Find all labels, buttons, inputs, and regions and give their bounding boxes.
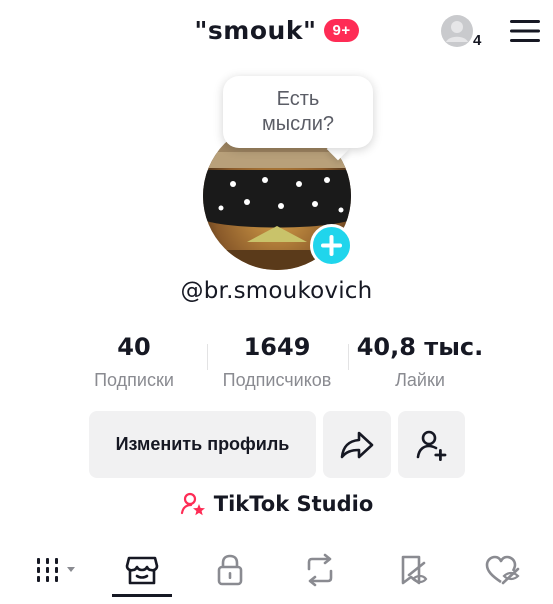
studio-icon xyxy=(180,492,205,516)
plus-icon xyxy=(321,235,342,256)
followers-count[interactable]: 1649 xyxy=(222,333,332,361)
add-story-button[interactable] xyxy=(310,224,353,267)
repost-icon xyxy=(307,553,333,587)
add-user-icon xyxy=(416,430,446,461)
tab-favorites[interactable] xyxy=(390,548,434,592)
hamburger-menu-icon xyxy=(510,20,540,42)
liked-icon xyxy=(485,555,520,585)
share-icon xyxy=(340,431,374,458)
share-profile-button[interactable] xyxy=(323,411,391,478)
stats-divider xyxy=(207,344,208,370)
following-label[interactable]: Подписки xyxy=(72,370,196,391)
edit-profile-button[interactable]: Изменить профиль xyxy=(89,411,316,478)
profile-tabs xyxy=(0,540,553,598)
tab-liked[interactable] xyxy=(480,548,524,592)
studio-label: TikTok Studio xyxy=(213,492,374,516)
thoughts-bubble[interactable]: Есть мысли? xyxy=(223,76,373,148)
account-count: 4 xyxy=(473,32,482,49)
following-count[interactable]: 40 xyxy=(92,333,176,361)
likes-count[interactable]: 40,8 тыс. xyxy=(352,333,488,361)
account-switcher[interactable]: 4 xyxy=(440,14,482,52)
stats-divider xyxy=(348,344,349,370)
tab-shop[interactable] xyxy=(120,548,164,592)
menu-button[interactable] xyxy=(508,16,542,46)
bubble-text-line1: Есть xyxy=(276,88,320,110)
edit-profile-label: Изменить профиль xyxy=(115,434,290,454)
grid-icon xyxy=(37,558,75,582)
followers-label[interactable]: Подписчиков xyxy=(206,370,348,391)
tab-private[interactable] xyxy=(208,548,252,592)
active-tab-indicator xyxy=(112,594,172,597)
tab-videos[interactable] xyxy=(32,548,84,592)
add-friends-button[interactable] xyxy=(398,411,465,478)
favorites-icon xyxy=(401,555,428,585)
likes-label[interactable]: Лайки xyxy=(370,370,470,391)
account-avatar-icon xyxy=(441,15,473,47)
notification-badge: 9+ xyxy=(324,19,359,42)
lock-icon xyxy=(217,554,243,586)
bubble-text-line2: мысли? xyxy=(261,113,335,135)
profile-name: "smouk" xyxy=(194,16,317,45)
profile-header: "smouk" 9+ 4 xyxy=(0,0,553,64)
tiktok-studio-link[interactable]: TikTok Studio xyxy=(0,491,553,517)
tab-reposts[interactable] xyxy=(298,548,342,592)
username: @br.smoukovich xyxy=(180,278,373,304)
shop-icon xyxy=(125,556,159,585)
